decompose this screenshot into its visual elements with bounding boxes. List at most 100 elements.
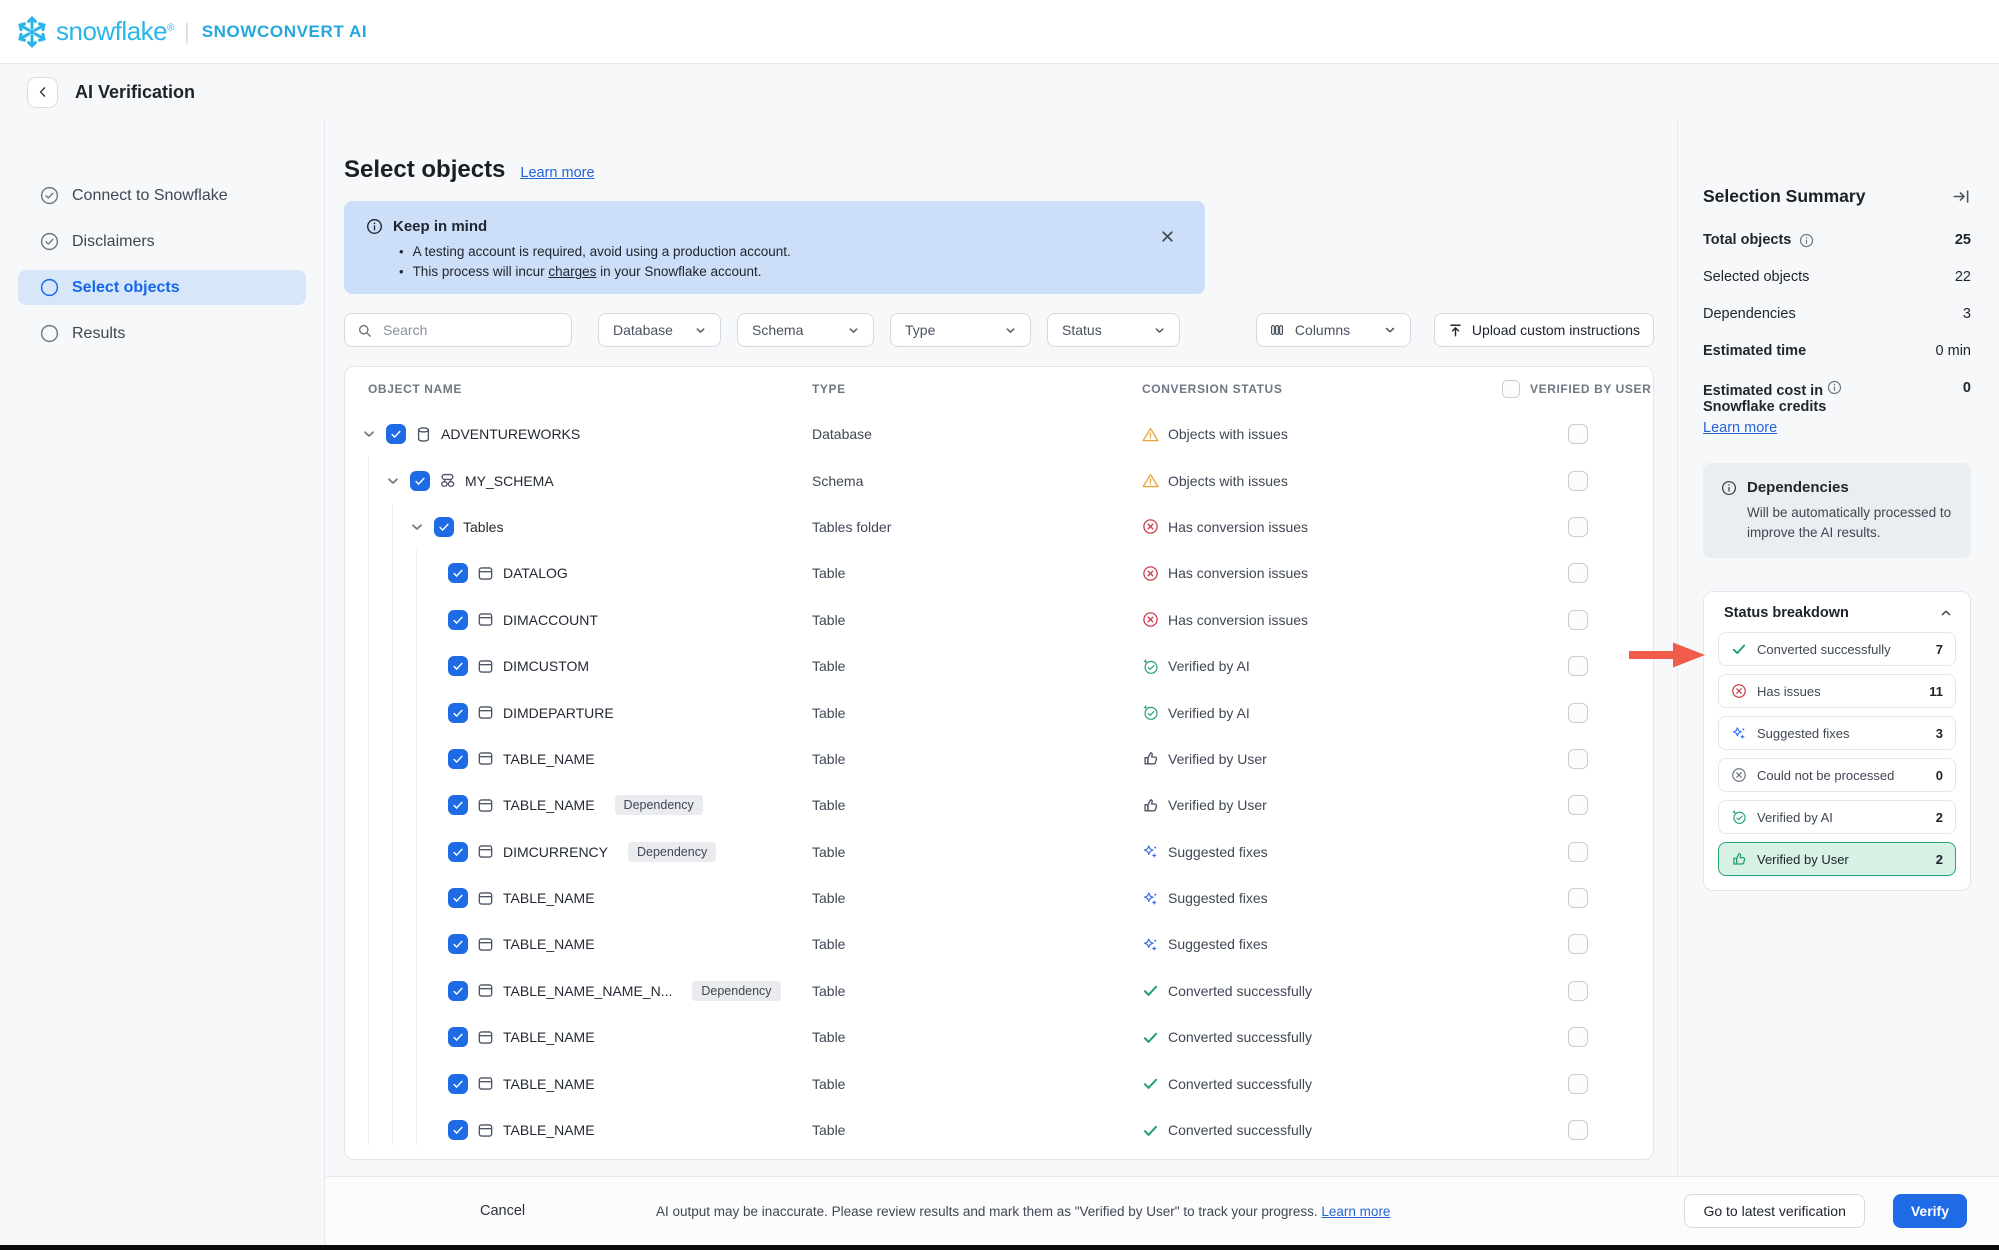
row-checkbox[interactable] xyxy=(448,1120,468,1140)
table-row: DIMDEPARTURETableVerified by AI xyxy=(345,689,1653,735)
object-type: Table xyxy=(812,1122,1142,1138)
summary-learn-more-link[interactable]: Learn more xyxy=(1703,420,1777,436)
row-checkbox[interactable] xyxy=(434,517,454,537)
row-checkbox[interactable] xyxy=(448,703,468,723)
search-icon xyxy=(357,323,372,338)
sidebar-item-disclaimers[interactable]: Disclaimers xyxy=(18,224,306,259)
row-checkbox[interactable] xyxy=(448,563,468,583)
object-name: Tables xyxy=(463,519,503,535)
sidebar-item-results[interactable]: Results xyxy=(18,316,306,351)
row-checkbox[interactable] xyxy=(386,424,406,444)
check-icon xyxy=(452,938,464,950)
back-button[interactable] xyxy=(27,77,58,108)
cancel-button[interactable]: Cancel xyxy=(474,1202,531,1220)
info-icon[interactable] xyxy=(1799,233,1814,248)
status-breakdown-item-converted-successfully[interactable]: Converted successfully7 xyxy=(1718,632,1956,666)
footer-learn-more-link[interactable]: Learn more xyxy=(1321,1204,1390,1219)
verified-by-user-checkbox[interactable] xyxy=(1568,517,1588,537)
banner-close-icon[interactable] xyxy=(1160,229,1175,244)
object-type: Table xyxy=(812,936,1142,952)
charges-link[interactable]: charges xyxy=(548,264,596,279)
verified-by-user-checkbox[interactable] xyxy=(1568,656,1588,676)
column-header-conversion-status: CONVERSION STATUS xyxy=(1142,382,1502,396)
row-checkbox[interactable] xyxy=(448,888,468,908)
chevron-down-icon xyxy=(1383,323,1397,337)
verified-by-user-checkbox[interactable] xyxy=(1568,1074,1588,1094)
verified-by-user-checkbox[interactable] xyxy=(1568,1027,1588,1047)
status-breakdown-item-verified-by-ai[interactable]: Verified by AI2 xyxy=(1718,800,1956,834)
search-input[interactable] xyxy=(381,321,566,339)
verified-by-user-checkbox[interactable] xyxy=(1568,795,1588,815)
type-filter-dropdown[interactable]: Type xyxy=(890,313,1031,347)
status-count: 2 xyxy=(1936,810,1943,825)
verified-by-user-checkbox[interactable] xyxy=(1568,471,1588,491)
row-checkbox[interactable] xyxy=(410,471,430,491)
row-checkbox[interactable] xyxy=(448,934,468,954)
verified-by-user-checkbox[interactable] xyxy=(1568,981,1588,1001)
status-filter-dropdown[interactable]: Status xyxy=(1047,313,1180,347)
conversion-status: Converted successfully xyxy=(1142,1029,1502,1046)
status-breakdown-item-could-not-be-processed[interactable]: Could not be processed0 xyxy=(1718,758,1956,792)
verified-by-user-checkbox[interactable] xyxy=(1568,842,1588,862)
warning-triangle-icon xyxy=(1142,472,1159,489)
row-checkbox[interactable] xyxy=(448,610,468,630)
sparkles-icon xyxy=(1142,890,1159,907)
verified-by-user-checkbox[interactable] xyxy=(1568,703,1588,723)
collapse-panel-icon[interactable] xyxy=(1952,188,1971,205)
status-breakdown-title: Status breakdown xyxy=(1724,605,1849,621)
columns-button[interactable]: Columns xyxy=(1256,313,1411,347)
row-checkbox[interactable] xyxy=(448,842,468,862)
verified-by-user-checkbox[interactable] xyxy=(1568,888,1588,908)
table-row: DIMACCOUNTTableHas conversion issues xyxy=(345,597,1653,643)
gray-x-icon xyxy=(1731,767,1747,783)
row-checkbox[interactable] xyxy=(448,1074,468,1094)
sidebar-item-connect-to-snowflake[interactable]: Connect to Snowflake xyxy=(18,178,306,213)
select-objects-learn-more-link[interactable]: Learn more xyxy=(520,165,594,181)
summary-stats: Total objects25Selected objects22Depende… xyxy=(1703,232,1971,417)
verified-by-user-checkbox[interactable] xyxy=(1568,749,1588,769)
search-box[interactable] xyxy=(344,313,572,347)
back-chevron-icon xyxy=(36,85,50,99)
object-type: Tables folder xyxy=(812,519,1142,535)
warning-triangle-icon xyxy=(1142,426,1159,443)
status-breakdown-item-suggested-fixes[interactable]: Suggested fixes3 xyxy=(1718,716,1956,750)
verified-by-user-checkbox[interactable] xyxy=(1568,1120,1588,1140)
database-filter-dropdown[interactable]: Database xyxy=(598,313,721,347)
object-name: DIMACCOUNT xyxy=(503,612,598,628)
sidebar-item-select-objects[interactable]: Select objects xyxy=(18,270,306,305)
upload-custom-instructions-button[interactable]: Upload custom instructions xyxy=(1434,313,1654,347)
go-to-latest-verification-button[interactable]: Go to latest verification xyxy=(1684,1194,1864,1228)
info-icon[interactable] xyxy=(1827,380,1842,395)
verified-by-user-checkbox[interactable] xyxy=(1568,934,1588,954)
verified-by-user-header-checkbox[interactable] xyxy=(1502,380,1520,398)
verified-by-user-checkbox[interactable] xyxy=(1568,424,1588,444)
chevron-up-icon[interactable] xyxy=(1939,606,1953,620)
expand-chevron-icon[interactable] xyxy=(409,519,425,535)
tree-guide-line xyxy=(416,550,417,1145)
table-header-row: OBJECT NAME TYPE CONVERSION STATUS VERIF… xyxy=(345,367,1653,411)
row-checkbox[interactable] xyxy=(448,981,468,1001)
status-breakdown-header[interactable]: Status breakdown xyxy=(1718,605,1956,621)
row-checkbox[interactable] xyxy=(448,795,468,815)
expand-chevron-icon[interactable] xyxy=(385,473,401,489)
column-header-object-name: OBJECT NAME xyxy=(345,382,812,396)
verified-by-user-checkbox[interactable] xyxy=(1568,563,1588,583)
object-type: Table xyxy=(812,565,1142,581)
verify-button[interactable]: Verify xyxy=(1893,1194,1967,1228)
info-icon xyxy=(1721,480,1737,496)
row-checkbox[interactable] xyxy=(448,656,468,676)
table-row: TABLE_NAMETableConverted successfully xyxy=(345,1107,1653,1153)
row-checkbox[interactable] xyxy=(448,749,468,769)
thumbs-up-icon xyxy=(1142,797,1159,814)
status-breakdown-item-verified-by-user[interactable]: Verified by User2 xyxy=(1718,842,1956,876)
error-circle-icon xyxy=(1142,565,1159,582)
dependency-badge: Dependency xyxy=(692,981,780,1001)
schema-filter-dropdown[interactable]: Schema xyxy=(737,313,874,347)
expand-chevron-icon[interactable] xyxy=(361,426,377,442)
object-name: TABLE_NAME xyxy=(503,936,595,952)
table-row: DATALOGTableHas conversion issues xyxy=(345,550,1653,596)
status-breakdown-item-has-issues[interactable]: Has issues11 xyxy=(1718,674,1956,708)
verified-by-user-checkbox[interactable] xyxy=(1568,610,1588,630)
object-type: Table xyxy=(812,1029,1142,1045)
row-checkbox[interactable] xyxy=(448,1027,468,1047)
